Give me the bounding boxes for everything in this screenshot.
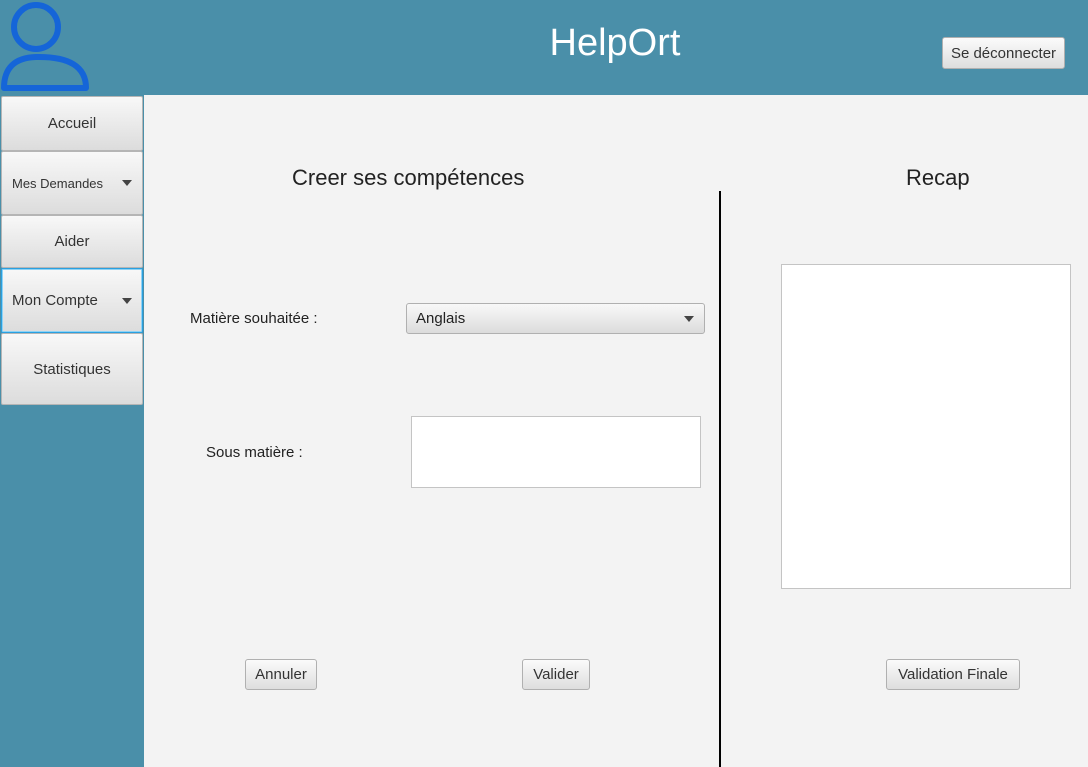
- sidebar-menu-mes-demandes[interactable]: Mes Demandes: [1, 151, 143, 215]
- sidebar-item-label: Mon Compte: [12, 292, 98, 309]
- sidebar-item-label: Mes Demandes: [12, 175, 104, 191]
- main-panel: Creer ses compétences Recap Matière souh…: [144, 95, 1088, 767]
- recap-textarea[interactable]: [781, 264, 1071, 589]
- sidebar-menu-mon-compte[interactable]: Mon Compte: [1, 268, 143, 333]
- cancel-button[interactable]: Annuler: [245, 659, 317, 690]
- sub-subject-label: Sous matière :: [206, 444, 303, 461]
- recap-title: Recap: [906, 165, 970, 190]
- chevron-down-icon: [122, 297, 132, 304]
- app-header: HelpOrt Se déconnecter: [0, 0, 1088, 95]
- chevron-down-icon: [684, 315, 694, 322]
- logout-button[interactable]: Se déconnecter: [942, 37, 1065, 69]
- form-title: Creer ses compétences: [292, 165, 525, 190]
- sidebar: Accueil Mes Demandes Aider Mon Compte St…: [0, 95, 144, 767]
- vertical-divider: [719, 191, 721, 767]
- sidebar-item-label: Statistiques: [33, 360, 111, 378]
- app-title: HelpOrt: [549, 22, 681, 64]
- user-icon: [1, 2, 89, 91]
- sidebar-item-aider[interactable]: Aider: [1, 215, 143, 268]
- sub-subject-textarea[interactable]: [411, 416, 701, 488]
- sidebar-item-accueil[interactable]: Accueil: [1, 96, 143, 151]
- subject-label: Matière souhaitée :: [190, 310, 318, 327]
- sidebar-item-label: Accueil: [47, 115, 97, 132]
- sidebar-item-label: Aider: [54, 233, 90, 250]
- chevron-down-icon: [122, 180, 132, 186]
- subject-select[interactable]: Anglais: [406, 303, 705, 334]
- subject-select-value: Anglais: [416, 310, 466, 327]
- final-validation-button[interactable]: Validation Finale: [886, 659, 1020, 690]
- sidebar-item-statistiques[interactable]: Statistiques: [1, 333, 143, 405]
- validate-button[interactable]: Valider: [522, 659, 590, 690]
